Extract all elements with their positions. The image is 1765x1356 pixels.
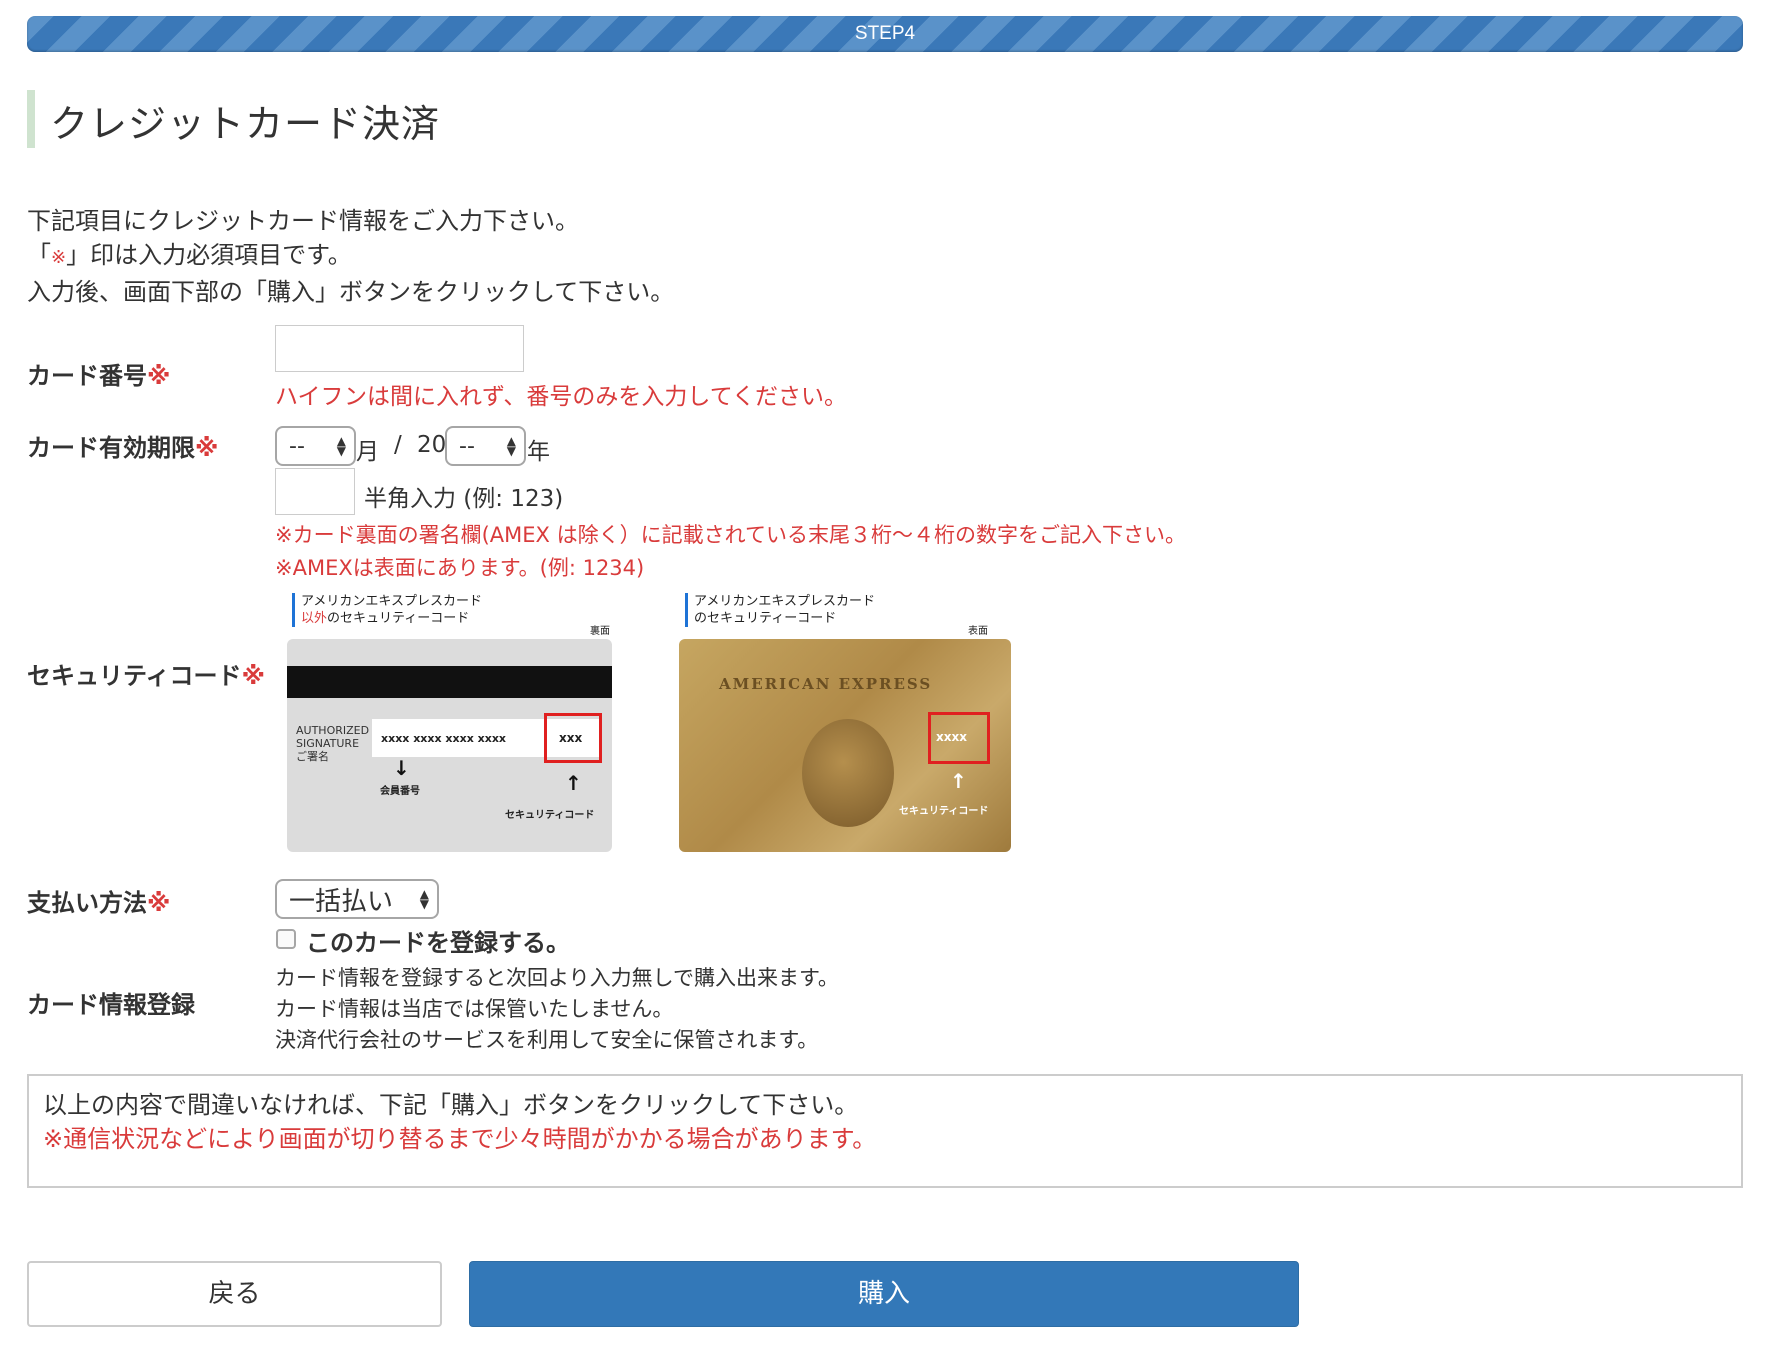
register-card-checkbox-label[interactable]: このカードを登録する。 (306, 923, 570, 958)
security-code-label-text: セキュリティコード (27, 662, 242, 690)
progress-bar: STEP4 (27, 16, 1743, 52)
signature-label: AUTHORIZED SIGNATURE ご署名 (296, 724, 369, 763)
payment-method-label: 支払い方法※ (27, 883, 170, 918)
card-front-caption-line-1: アメリカンエキスプレスカード (694, 594, 875, 609)
security-code-note-1: ※カード裏面の署名欄(AMEX は除く）に記載されている末尾３桁～４桁の数字をご… (275, 523, 1186, 547)
required-mark: ※ (147, 362, 171, 390)
card-back-caption-red: 以外 (301, 611, 328, 626)
back-security-code-label: セキュリティコード (505, 810, 595, 821)
select-arrows-icon: ▲ ▼ (336, 434, 346, 458)
expiry-month-suffix: 月 (356, 439, 379, 465)
card-number-input[interactable] (275, 325, 524, 372)
signature-label-3: ご署名 (296, 750, 329, 763)
select-arrows-icon: ▲ ▼ (506, 434, 516, 458)
security-code-note-2: ※AMEXは表面にあります。(例: 1234) (275, 556, 645, 580)
intro-line-1: 下記項目にクレジットカード情報をご入力下さい。 (27, 207, 579, 235)
confirmation-box: 以上の内容で間違いなければ、下記「購入」ボタンをクリックして下さい。 ※通信状況… (27, 1074, 1743, 1188)
card-brand: AMERICAN EXPRESS (719, 675, 933, 693)
register-card-checkbox[interactable] (276, 929, 296, 949)
expiry-month-value: -- (289, 433, 305, 459)
card-front-caption-line-2: のセキュリティーコード (694, 611, 837, 626)
card-back-caption-line-1: アメリカンエキスプレスカード (301, 594, 482, 609)
card-front-caption: アメリカンエキスプレスカード のセキュリティーコード (685, 593, 875, 627)
card-number-label-text: カード番号 (27, 362, 147, 390)
arrow-up-icon: ↑ (950, 769, 967, 793)
centurion-icon (802, 719, 894, 827)
arrow-up-icon: ↑ (565, 771, 582, 795)
card-front-side-label: 表面 (968, 626, 988, 637)
expiry-month-select[interactable]: -- ▲ ▼ (275, 426, 356, 466)
expiry-year-select[interactable]: -- ▲ ▼ (445, 426, 526, 466)
intro-line-2: 「※」印は入力必須項目です。 (27, 238, 674, 275)
required-mark: ※ (241, 662, 265, 690)
registration-desc-2: カード情報は当店では保管いたしません。 (275, 997, 674, 1021)
card-number-label: カード番号※ (27, 356, 170, 391)
expiry-label-text: カード有効期限 (27, 434, 195, 462)
payment-method-label-text: 支払い方法 (27, 889, 147, 917)
security-code-label: セキュリティコード※ (27, 656, 265, 691)
card-back-caption-line-2: 以外のセキュリティーコード (301, 610, 482, 627)
security-code-input-hint: 半角入力 (例: 123) (364, 486, 564, 512)
registration-desc-1: カード情報を登録すると次回より入力無しで購入出来ます。 (275, 966, 839, 990)
expiry-year-suffix: 年 (527, 439, 550, 465)
member-number-label: 会員番号 (380, 786, 420, 797)
back-code-mask: xxx (559, 731, 583, 745)
payment-method-value: 一括払い (289, 886, 394, 917)
select-arrows-icon: ▲ ▼ (419, 887, 429, 911)
purchase-button[interactable]: 購入 (469, 1261, 1299, 1327)
card-registration-label: カード情報登録 (27, 991, 195, 1019)
front-code-mask: xxxx (936, 730, 967, 744)
confirmation-line-1: 以上の内容で間違いなければ、下記「購入」ボタンをクリックして下さい。 (43, 1091, 859, 1119)
card-number-hint: ハイフンは間に入れず、番号のみを入力してください。 (275, 384, 848, 410)
card-back-side-label: 裏面 (590, 626, 610, 637)
card-number-mask: xxxx xxxx xxxx xxxx (381, 732, 507, 745)
required-mark: ※ (195, 434, 219, 462)
card-back-image: AUTHORIZED SIGNATURE ご署名 xxxx xxxx xxxx … (287, 639, 612, 852)
expiry-year-value: -- (459, 433, 475, 459)
back-button[interactable]: 戻る (27, 1261, 442, 1327)
card-back-caption-rest: のセキュリティーコード (327, 611, 470, 626)
intro-line-2-rest: 」印は入力必須項目です。 (66, 241, 352, 269)
card-back-caption: アメリカンエキスプレスカード 以外のセキュリティーコード (292, 593, 482, 627)
magnetic-stripe (287, 666, 612, 698)
progress-step-label: STEP4 (854, 23, 916, 44)
page-title: クレジットカード決済 (50, 102, 441, 146)
confirmation-warning: ※通信状況などにより画面が切り替るまで少々時間がかかる場合があります。 (43, 1125, 877, 1153)
expiry-label: カード有効期限※ (27, 428, 218, 463)
card-front-image: AMERICAN EXPRESS xxxx ↑ セキュリティコード (679, 639, 1011, 852)
intro-line-2-open: 「 (27, 241, 51, 269)
required-mark: ※ (51, 247, 67, 268)
registration-desc-3: 決済代行会社のサービスを利用して安全に保管されます。 (275, 1028, 819, 1052)
intro-text: 下記項目にクレジットカード情報をご入力下さい。 「※」印は入力必須項目です。 入… (27, 204, 674, 309)
signature-label-2: SIGNATURE (296, 737, 360, 750)
expiry-separator: / (394, 432, 402, 458)
signature-label-1: AUTHORIZED (296, 724, 370, 737)
expiry-year-prefix: 20 (417, 432, 447, 458)
required-mark: ※ (147, 889, 171, 917)
title-accent-bar (27, 90, 35, 148)
card-registration-description: カード情報を登録すると次回より入力無しで購入出来ます。 カード情報は当店では保管… (275, 963, 839, 1056)
arrow-down-icon: ↓ (393, 756, 410, 780)
security-code-input[interactable] (275, 468, 355, 515)
front-security-code-label: セキュリティコード (899, 806, 989, 817)
intro-line-3: 入力後、画面下部の「購入」ボタンをクリックして下さい。 (27, 278, 675, 306)
payment-method-select[interactable]: 一括払い ▲ ▼ (275, 879, 439, 919)
